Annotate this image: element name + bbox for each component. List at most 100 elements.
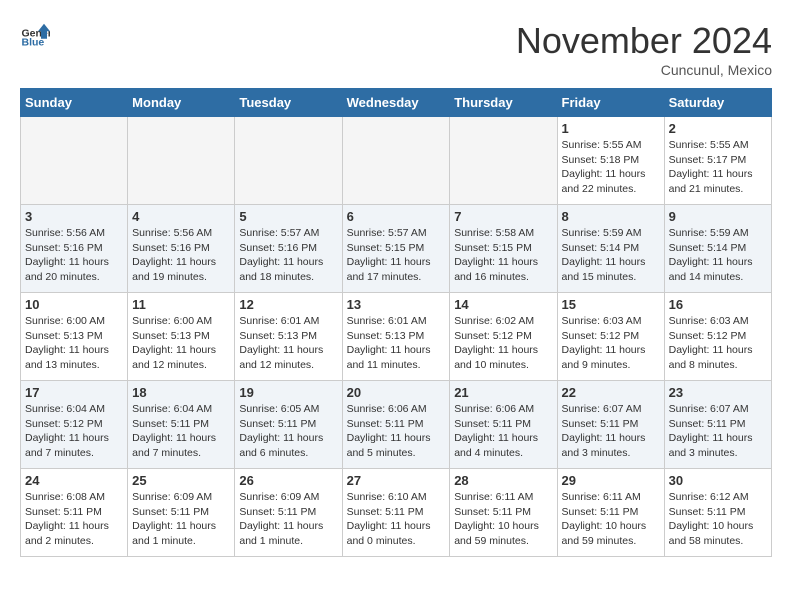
day-number: 12 <box>239 297 337 312</box>
day-detail: Sunrise: 6:11 AMSunset: 5:11 PMDaylight:… <box>562 490 660 549</box>
logo-icon: General Blue <box>20 20 50 50</box>
day-number: 16 <box>669 297 767 312</box>
calendar-day-cell: 27 Sunrise: 6:10 AMSunset: 5:11 PMDayligh… <box>342 469 450 557</box>
day-detail: Sunrise: 6:00 AMSunset: 5:13 PMDaylight:… <box>132 314 230 373</box>
calendar-day-cell: 6 Sunrise: 5:57 AMSunset: 5:15 PMDaylight… <box>342 205 450 293</box>
calendar-day-cell <box>450 117 557 205</box>
day-detail: Sunrise: 6:11 AMSunset: 5:11 PMDaylight:… <box>454 490 552 549</box>
calendar-table: SundayMondayTuesdayWednesdayThursdayFrid… <box>20 88 772 557</box>
calendar-day-cell: 13Sunrise: 6:01 AMSunset: 5:13 PMDayligh… <box>342 293 450 381</box>
day-detail: Sunrise: 6:02 AMSunset: 5:12 PMDaylight:… <box>454 314 552 373</box>
day-number: 17 <box>25 385 123 400</box>
day-number: 24 <box>25 473 123 488</box>
day-number: 2 <box>669 121 767 136</box>
day-number: 3 <box>25 209 123 224</box>
day-number: 13 <box>347 297 446 312</box>
day-number: 28 <box>454 473 552 488</box>
day-detail: Sunrise: 6:00 AMSunset: 5:13 PMDaylight:… <box>25 314 123 373</box>
day-number: 29 <box>562 473 660 488</box>
day-detail: Sunrise: 6:06 AMSunset: 5:11 PMDaylight:… <box>347 402 446 461</box>
month-title: November 2024 <box>516 20 772 62</box>
calendar-day-cell: 29 Sunrise: 6:11 AMSunset: 5:11 PMDayligh… <box>557 469 664 557</box>
calendar-day-cell: 5 Sunrise: 5:57 AMSunset: 5:16 PMDaylight… <box>235 205 342 293</box>
calendar-day-cell: 16 Sunrise: 6:03 AMSunset: 5:12 PMDayligh… <box>664 293 771 381</box>
day-detail: Sunrise: 6:09 AMSunset: 5:11 PMDaylight:… <box>132 490 230 549</box>
calendar-day-cell: 8Sunrise: 5:59 AMSunset: 5:14 PMDaylight… <box>557 205 664 293</box>
day-detail: Sunrise: 6:06 AMSunset: 5:11 PMDaylight:… <box>454 402 552 461</box>
calendar-day-cell: 21Sunrise: 6:06 AMSunset: 5:11 PMDayligh… <box>450 381 557 469</box>
day-number: 25 <box>132 473 230 488</box>
calendar-day-cell <box>342 117 450 205</box>
day-number: 11 <box>132 297 230 312</box>
day-number: 27 <box>347 473 446 488</box>
calendar-week-row: 17 Sunrise: 6:04 AMSunset: 5:12 PMDayligh… <box>21 381 772 469</box>
day-detail: Sunrise: 6:09 AMSunset: 5:11 PMDaylight:… <box>239 490 337 549</box>
calendar-day-cell: 14 Sunrise: 6:02 AMSunset: 5:12 PMDayligh… <box>450 293 557 381</box>
day-number: 10 <box>25 297 123 312</box>
calendar-day-cell: 26 Sunrise: 6:09 AMSunset: 5:11 PMDayligh… <box>235 469 342 557</box>
day-detail: Sunrise: 6:05 AMSunset: 5:11 PMDaylight:… <box>239 402 337 461</box>
calendar-week-row: 1Sunrise: 5:55 AMSunset: 5:18 PMDaylight… <box>21 117 772 205</box>
calendar-day-cell: 9 Sunrise: 5:59 AMSunset: 5:14 PMDaylight… <box>664 205 771 293</box>
day-number: 26 <box>239 473 337 488</box>
day-number: 20 <box>347 385 446 400</box>
day-number: 14 <box>454 297 552 312</box>
day-number: 6 <box>347 209 446 224</box>
calendar-day-cell <box>128 117 235 205</box>
logo: General Blue <box>20 20 50 50</box>
day-detail: Sunrise: 6:10 AMSunset: 5:11 PMDaylight:… <box>347 490 446 549</box>
calendar-day-cell: 20 Sunrise: 6:06 AMSunset: 5:11 PMDayligh… <box>342 381 450 469</box>
calendar-week-row: 24 Sunrise: 6:08 AMSunset: 5:11 PMDayligh… <box>21 469 772 557</box>
page-header: General Blue November 2024 Cuncunul, Mex… <box>20 20 772 78</box>
day-number: 23 <box>669 385 767 400</box>
calendar-day-cell: 23 Sunrise: 6:07 AMSunset: 5:11 PMDayligh… <box>664 381 771 469</box>
calendar-day-cell <box>235 117 342 205</box>
calendar-week-row: 10 Sunrise: 6:00 AMSunset: 5:13 PMDayligh… <box>21 293 772 381</box>
day-number: 5 <box>239 209 337 224</box>
day-detail: Sunrise: 6:01 AMSunset: 5:13 PMDaylight:… <box>239 314 337 373</box>
day-number: 22 <box>562 385 660 400</box>
day-detail: Sunrise: 5:57 AMSunset: 5:16 PMDaylight:… <box>239 226 337 285</box>
day-number: 7 <box>454 209 552 224</box>
calendar-week-row: 3 Sunrise: 5:56 AMSunset: 5:16 PMDaylight… <box>21 205 772 293</box>
calendar-day-cell: 2 Sunrise: 5:55 AMSunset: 5:17 PMDaylight… <box>664 117 771 205</box>
calendar-day-cell: 28 Sunrise: 6:11 AMSunset: 5:11 PMDayligh… <box>450 469 557 557</box>
calendar-day-cell <box>21 117 128 205</box>
day-detail: Sunrise: 6:12 AMSunset: 5:11 PMDaylight:… <box>669 490 767 549</box>
calendar-day-cell: 11 Sunrise: 6:00 AMSunset: 5:13 PMDayligh… <box>128 293 235 381</box>
calendar-header-thursday: Thursday <box>450 89 557 117</box>
day-detail: Sunrise: 6:04 AMSunset: 5:11 PMDaylight:… <box>132 402 230 461</box>
day-detail: Sunrise: 5:55 AMSunset: 5:18 PMDaylight:… <box>562 138 660 197</box>
svg-text:Blue: Blue <box>22 37 45 49</box>
calendar-day-cell: 1Sunrise: 5:55 AMSunset: 5:18 PMDaylight… <box>557 117 664 205</box>
calendar-day-cell: 4 Sunrise: 5:56 AMSunset: 5:16 PMDaylight… <box>128 205 235 293</box>
calendar-day-cell: 12 Sunrise: 6:01 AMSunset: 5:13 PMDayligh… <box>235 293 342 381</box>
day-detail: Sunrise: 5:58 AMSunset: 5:15 PMDaylight:… <box>454 226 552 285</box>
day-detail: Sunrise: 5:56 AMSunset: 5:16 PMDaylight:… <box>132 226 230 285</box>
calendar-header-saturday: Saturday <box>664 89 771 117</box>
calendar-day-cell: 30 Sunrise: 6:12 AMSunset: 5:11 PMDayligh… <box>664 469 771 557</box>
calendar-day-cell: 25 Sunrise: 6:09 AMSunset: 5:11 PMDayligh… <box>128 469 235 557</box>
day-detail: Sunrise: 5:59 AMSunset: 5:14 PMDaylight:… <box>669 226 767 285</box>
day-number: 8 <box>562 209 660 224</box>
day-detail: Sunrise: 5:55 AMSunset: 5:17 PMDaylight:… <box>669 138 767 197</box>
calendar-day-cell: 18 Sunrise: 6:04 AMSunset: 5:11 PMDayligh… <box>128 381 235 469</box>
day-number: 18 <box>132 385 230 400</box>
calendar-day-cell: 3 Sunrise: 5:56 AMSunset: 5:16 PMDaylight… <box>21 205 128 293</box>
day-detail: Sunrise: 6:03 AMSunset: 5:12 PMDaylight:… <box>562 314 660 373</box>
day-number: 15 <box>562 297 660 312</box>
day-number: 4 <box>132 209 230 224</box>
day-detail: Sunrise: 6:03 AMSunset: 5:12 PMDaylight:… <box>669 314 767 373</box>
day-detail: Sunrise: 5:56 AMSunset: 5:16 PMDaylight:… <box>25 226 123 285</box>
day-number: 9 <box>669 209 767 224</box>
day-detail: Sunrise: 6:04 AMSunset: 5:12 PMDaylight:… <box>25 402 123 461</box>
day-number: 30 <box>669 473 767 488</box>
calendar-day-cell: 17 Sunrise: 6:04 AMSunset: 5:12 PMDayligh… <box>21 381 128 469</box>
day-detail: Sunrise: 5:57 AMSunset: 5:15 PMDaylight:… <box>347 226 446 285</box>
day-detail: Sunrise: 6:07 AMSunset: 5:11 PMDaylight:… <box>562 402 660 461</box>
day-detail: Sunrise: 6:07 AMSunset: 5:11 PMDaylight:… <box>669 402 767 461</box>
title-block: November 2024 Cuncunul, Mexico <box>516 20 772 78</box>
calendar-header-row: SundayMondayTuesdayWednesdayThursdayFrid… <box>21 89 772 117</box>
day-detail: Sunrise: 6:08 AMSunset: 5:11 PMDaylight:… <box>25 490 123 549</box>
calendar-day-cell: 22 Sunrise: 6:07 AMSunset: 5:11 PMDayligh… <box>557 381 664 469</box>
